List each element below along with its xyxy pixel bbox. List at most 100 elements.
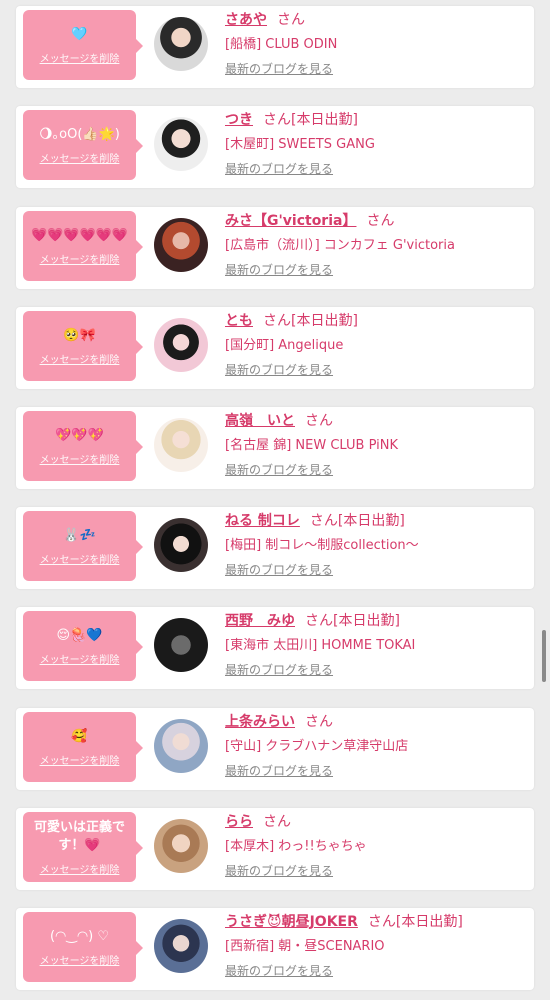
- delete-message-link[interactable]: メッセージを削除: [40, 251, 120, 266]
- latest-blog-link[interactable]: 最新のブログを見る: [225, 461, 333, 478]
- message-bubble: 可愛いは正義です！💗 メッセージを削除: [23, 812, 143, 882]
- girl-name-link[interactable]: 高嶺 いと: [225, 413, 295, 429]
- avatar[interactable]: [154, 17, 208, 71]
- message-bubble: 🌖｡oO(👍🏻🌟) メッセージを削除: [23, 110, 143, 180]
- honorific: さん: [309, 513, 338, 529]
- girl-name-link[interactable]: 上条みらい: [225, 714, 295, 730]
- favorite-card: 🌖｡oO(👍🏻🌟) メッセージを削除 つき さん[本日出勤] [木屋町] SWEE…: [16, 106, 534, 188]
- delete-message-link[interactable]: メッセージを削除: [40, 752, 120, 767]
- message-text: 🐰💤: [63, 527, 96, 543]
- message-text: (◠‿◠) ♡: [49, 928, 110, 944]
- message-bubble: 🐰💤 メッセージを削除: [23, 511, 143, 581]
- shop-info: [東海市 太田川] HOMME TOKAI: [225, 638, 416, 653]
- message-bubble: 😌🪼💙 メッセージを削除: [23, 611, 143, 681]
- honorific: さん: [263, 814, 291, 830]
- avatar[interactable]: [154, 618, 208, 672]
- avatar[interactable]: [154, 318, 208, 372]
- girl-name-link[interactable]: さあや: [225, 12, 267, 28]
- status-badge: [本日出勤]: [333, 613, 400, 629]
- shop-info: [本厚木] わっ!!ちゃちゃ: [225, 839, 367, 854]
- latest-blog-link[interactable]: 最新のブログを見る: [225, 661, 333, 678]
- message-bubble: (◠‿◠) ♡ メッセージを削除: [23, 912, 143, 982]
- favorite-card: (◠‿◠) ♡ メッセージを削除 うさぎ😈朝昼JOKER さん[本日出勤] [西新…: [16, 908, 534, 990]
- scrollbar-thumb[interactable]: [542, 630, 546, 682]
- girl-name-link[interactable]: うさぎ😈朝昼JOKER: [225, 914, 358, 930]
- shop-info: [梅田] 制コレ〜制服collection〜: [225, 538, 419, 553]
- girl-name-link[interactable]: らら: [225, 814, 253, 830]
- name-line: 上条みらい さん: [225, 711, 333, 731]
- girl-name-link[interactable]: とも: [225, 313, 253, 329]
- favorite-card: 🐰💤 メッセージを削除 ねる 制コレ さん[本日出勤] [梅田] 制コレ〜制服co…: [16, 507, 534, 589]
- latest-blog-link[interactable]: 最新のブログを見る: [225, 361, 333, 378]
- shop-info: [西新宿] 朝・昼SCENARIO: [225, 939, 385, 954]
- delete-message-link[interactable]: メッセージを削除: [40, 451, 120, 466]
- honorific: さん: [263, 112, 291, 128]
- delete-message-link[interactable]: メッセージを削除: [40, 651, 120, 666]
- avatar[interactable]: [154, 919, 208, 973]
- girl-name-link[interactable]: ねる 制コレ: [225, 513, 300, 529]
- name-line: うさぎ😈朝昼JOKER さん[本日出勤]: [225, 911, 463, 931]
- latest-blog-link[interactable]: 最新のブログを見る: [225, 160, 333, 177]
- message-text: 可愛いは正義です！💗: [33, 819, 125, 853]
- favorite-card: 🩵 メッセージを削除 さあや さん [船橋] CLUB ODIN 最新のブログを見…: [16, 6, 534, 88]
- honorific: さん: [305, 714, 333, 730]
- shop-info: [広島市（流川）] コンカフェ G'victoria: [225, 238, 455, 253]
- avatar[interactable]: [154, 819, 208, 873]
- delete-message-link[interactable]: メッセージを削除: [40, 952, 120, 967]
- shop-info: [国分町] Angelique: [225, 338, 344, 353]
- honorific: さん: [305, 613, 333, 629]
- favorite-card: 可愛いは正義です！💗 メッセージを削除 らら さん [本厚木] わっ!!ちゃちゃ …: [16, 808, 534, 890]
- honorific: さん: [277, 12, 305, 28]
- latest-blog-link[interactable]: 最新のブログを見る: [225, 862, 333, 879]
- name-line: つき さん[本日出勤]: [225, 109, 358, 129]
- status-badge: [本日出勤]: [395, 914, 463, 930]
- avatar[interactable]: [154, 418, 208, 472]
- girl-name-link[interactable]: つき: [225, 112, 253, 128]
- honorific: さん: [305, 413, 333, 429]
- favorite-card: 💖💖💖 メッセージを削除 高嶺 いと さん [名古屋 錦] NEW CLUB Pi…: [16, 407, 534, 489]
- latest-blog-link[interactable]: 最新のブログを見る: [225, 762, 333, 779]
- status-badge: [本日出勤]: [291, 313, 358, 329]
- shop-info: [木屋町] SWEETS GANG: [225, 137, 375, 152]
- shop-info: [船橋] CLUB ODIN: [225, 37, 338, 52]
- message-text: 💗💗💗💗💗💗: [30, 227, 129, 243]
- favorite-card: 🥰 メッセージを削除 上条みらい さん [守山] クラブハナン草津守山店 最新のブ…: [16, 708, 534, 790]
- message-bubble: 🥰 メッセージを削除: [23, 712, 143, 782]
- avatar[interactable]: [154, 518, 208, 572]
- name-line: ねる 制コレ さん[本日出勤]: [225, 510, 405, 530]
- message-text: 🌖｡oO(👍🏻🌟): [39, 126, 120, 142]
- avatar[interactable]: [154, 218, 208, 272]
- honorific: さん: [263, 313, 291, 329]
- name-line: らら さん: [225, 811, 291, 831]
- avatar[interactable]: [154, 719, 208, 773]
- message-text: 🩵: [71, 26, 88, 42]
- delete-message-link[interactable]: メッセージを削除: [40, 351, 120, 366]
- delete-message-link[interactable]: メッセージを削除: [40, 150, 120, 165]
- message-text: 💖💖💖: [55, 427, 104, 443]
- message-bubble: 🩵 メッセージを削除: [23, 10, 143, 80]
- delete-message-link[interactable]: メッセージを削除: [40, 861, 120, 876]
- message-text: 🥺🎀: [63, 327, 96, 343]
- latest-blog-link[interactable]: 最新のブログを見る: [225, 561, 333, 578]
- latest-blog-link[interactable]: 最新のブログを見る: [225, 60, 333, 77]
- status-badge: [本日出勤]: [291, 112, 358, 128]
- name-line: 西野 みゆ さん[本日出勤]: [225, 610, 400, 630]
- delete-message-link[interactable]: メッセージを削除: [40, 551, 120, 566]
- message-bubble: 🥺🎀 メッセージを削除: [23, 311, 143, 381]
- girl-name-link[interactable]: みさ【G'victoria】: [225, 213, 356, 229]
- message-text: 😌🪼💙: [56, 627, 103, 643]
- shop-info: [守山] クラブハナン草津守山店: [225, 739, 409, 754]
- message-bubble: 💗💗💗💗💗💗 メッセージを削除: [23, 211, 143, 281]
- latest-blog-link[interactable]: 最新のブログを見る: [225, 962, 333, 979]
- name-line: とも さん[本日出勤]: [225, 310, 358, 330]
- name-line: みさ【G'victoria】 さん: [225, 210, 394, 230]
- message-text: 🥰: [71, 728, 88, 744]
- girl-name-link[interactable]: 西野 みゆ: [225, 613, 295, 629]
- avatar[interactable]: [154, 117, 208, 171]
- name-line: 高嶺 いと さん: [225, 410, 333, 430]
- delete-message-link[interactable]: メッセージを削除: [40, 50, 120, 65]
- latest-blog-link[interactable]: 最新のブログを見る: [225, 261, 333, 278]
- honorific: さん: [366, 213, 395, 229]
- favorite-card: 💗💗💗💗💗💗 メッセージを削除 みさ【G'victoria】 さん [広島市（流川…: [16, 207, 534, 289]
- honorific: さん: [367, 914, 396, 930]
